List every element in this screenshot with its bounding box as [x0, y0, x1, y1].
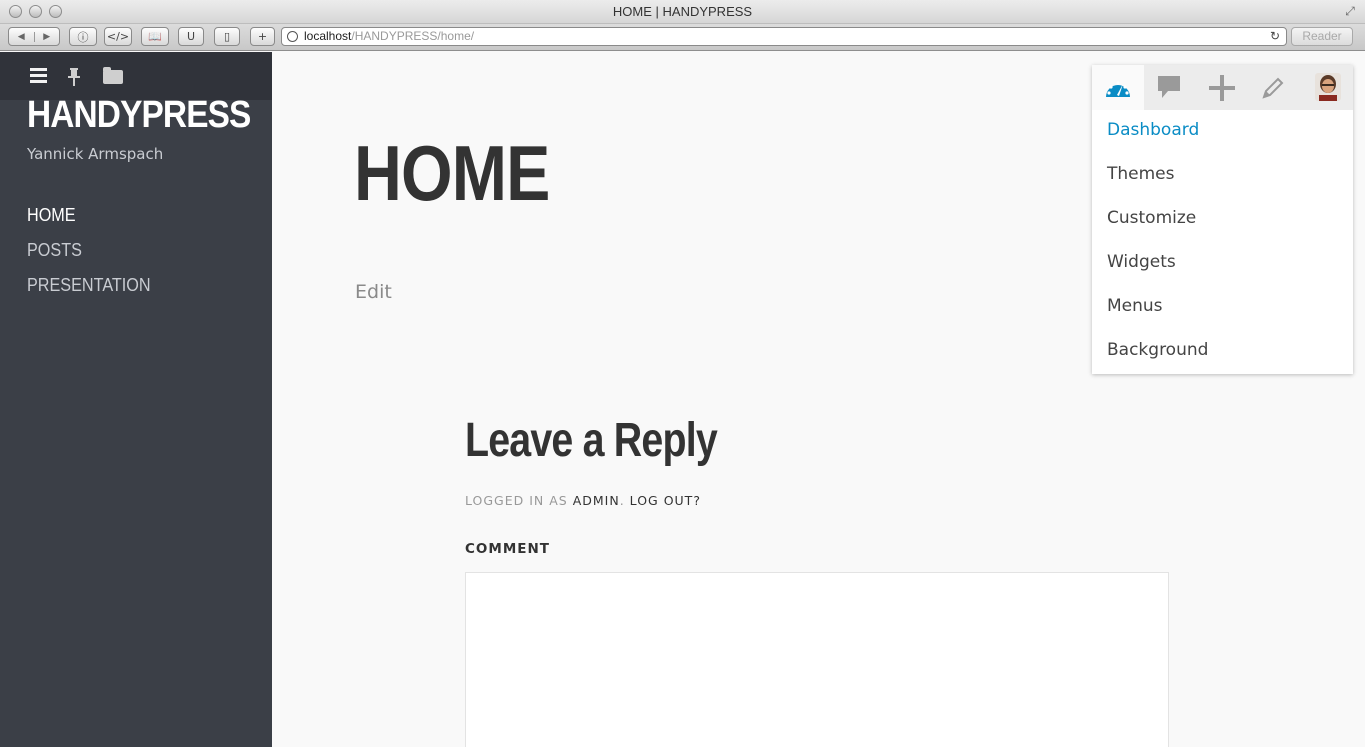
plus-icon[interactable]: [1209, 75, 1235, 101]
reader-button[interactable]: Reader: [1291, 27, 1353, 46]
reload-icon[interactable]: ↻: [1270, 28, 1280, 45]
back-forward-buttons[interactable]: ◀ ▶: [8, 27, 60, 46]
admin-menu-menus[interactable]: Menus: [1092, 296, 1353, 340]
logout-link[interactable]: LOG OUT?: [630, 493, 701, 508]
device-button[interactable]: ▯: [214, 27, 240, 46]
dashboard-icon[interactable]: [1104, 75, 1132, 99]
logged-in-prefix: LOGGED IN AS: [465, 493, 568, 508]
code-icon: </>: [106, 30, 130, 43]
admin-menu: Dashboard Themes Customize Widgets Menus…: [1092, 110, 1353, 384]
site-subtitle: Yannick Armspach: [27, 145, 164, 163]
u-icon: U: [186, 30, 196, 43]
folder-icon[interactable]: [103, 67, 123, 84]
menu-icon[interactable]: [30, 68, 47, 86]
info-icon: ⓘ: [77, 30, 89, 44]
avatar[interactable]: [1315, 73, 1341, 101]
comment-textarea[interactable]: [465, 572, 1169, 747]
sidebar-item-posts[interactable]: POSTS: [27, 240, 151, 275]
admin-user-link[interactable]: ADMIN: [573, 493, 620, 508]
site-title[interactable]: HANDYPRESS: [27, 94, 251, 137]
book-icon: 📖: [148, 30, 162, 43]
admin-icon-bar: [1092, 65, 1353, 110]
url-path: /HANDYPRESS/home/: [351, 29, 475, 43]
admin-panel: Dashboard Themes Customize Widgets Menus…: [1092, 65, 1353, 374]
source-button[interactable]: </>: [104, 27, 132, 46]
pencil-icon[interactable]: [1261, 76, 1285, 100]
logged-in-text: LOGGED IN AS ADMIN. LOG OUT?: [465, 493, 701, 508]
reply-title: Leave a Reply: [465, 414, 718, 467]
fullscreen-icon[interactable]: ⤢: [1343, 4, 1357, 18]
window-title: HOME | HANDYPRESS: [612, 4, 753, 19]
address-bar[interactable]: localhost/HANDYPRESS/home/ ↻: [281, 27, 1287, 46]
comment-label: COMMENT: [465, 541, 550, 557]
bookmarks-button[interactable]: 📖: [141, 27, 169, 46]
admin-menu-background[interactable]: Background: [1092, 340, 1353, 384]
admin-menu-dashboard[interactable]: Dashboard: [1092, 120, 1353, 164]
admin-menu-themes[interactable]: Themes: [1092, 164, 1353, 208]
url-host: localhost: [304, 29, 352, 43]
window-titlebar: HOME | HANDYPRESS ⤢: [0, 0, 1365, 24]
forward-icon[interactable]: ▶: [33, 31, 60, 42]
back-icon[interactable]: ◀: [9, 32, 34, 42]
pin-icon[interactable]: [67, 68, 81, 86]
admin-menu-customize[interactable]: Customize: [1092, 208, 1353, 252]
phone-icon: ▯: [223, 30, 231, 43]
edit-link[interactable]: Edit: [355, 281, 392, 303]
plus-icon: +: [257, 30, 268, 43]
sidebar-toolbar: [0, 52, 272, 100]
admin-menu-widgets[interactable]: Widgets: [1092, 252, 1353, 296]
sidebar-item-home[interactable]: HOME: [27, 205, 151, 240]
page-title: HOME: [354, 129, 550, 217]
sidebar-item-presentation[interactable]: PRESENTATION: [27, 275, 151, 310]
sidebar-nav: HOME POSTS PRESENTATION: [27, 205, 164, 310]
new-tab-button[interactable]: +: [250, 27, 275, 46]
comment-icon[interactable]: [1157, 75, 1181, 99]
globe-icon: [287, 31, 298, 42]
info-button[interactable]: ⓘ: [69, 27, 97, 46]
extension-button[interactable]: U: [178, 27, 204, 46]
browser-toolbar: ◀ ▶ ⓘ </> 📖 U ▯ + localhost/HANDYPRESS/h…: [0, 24, 1365, 51]
